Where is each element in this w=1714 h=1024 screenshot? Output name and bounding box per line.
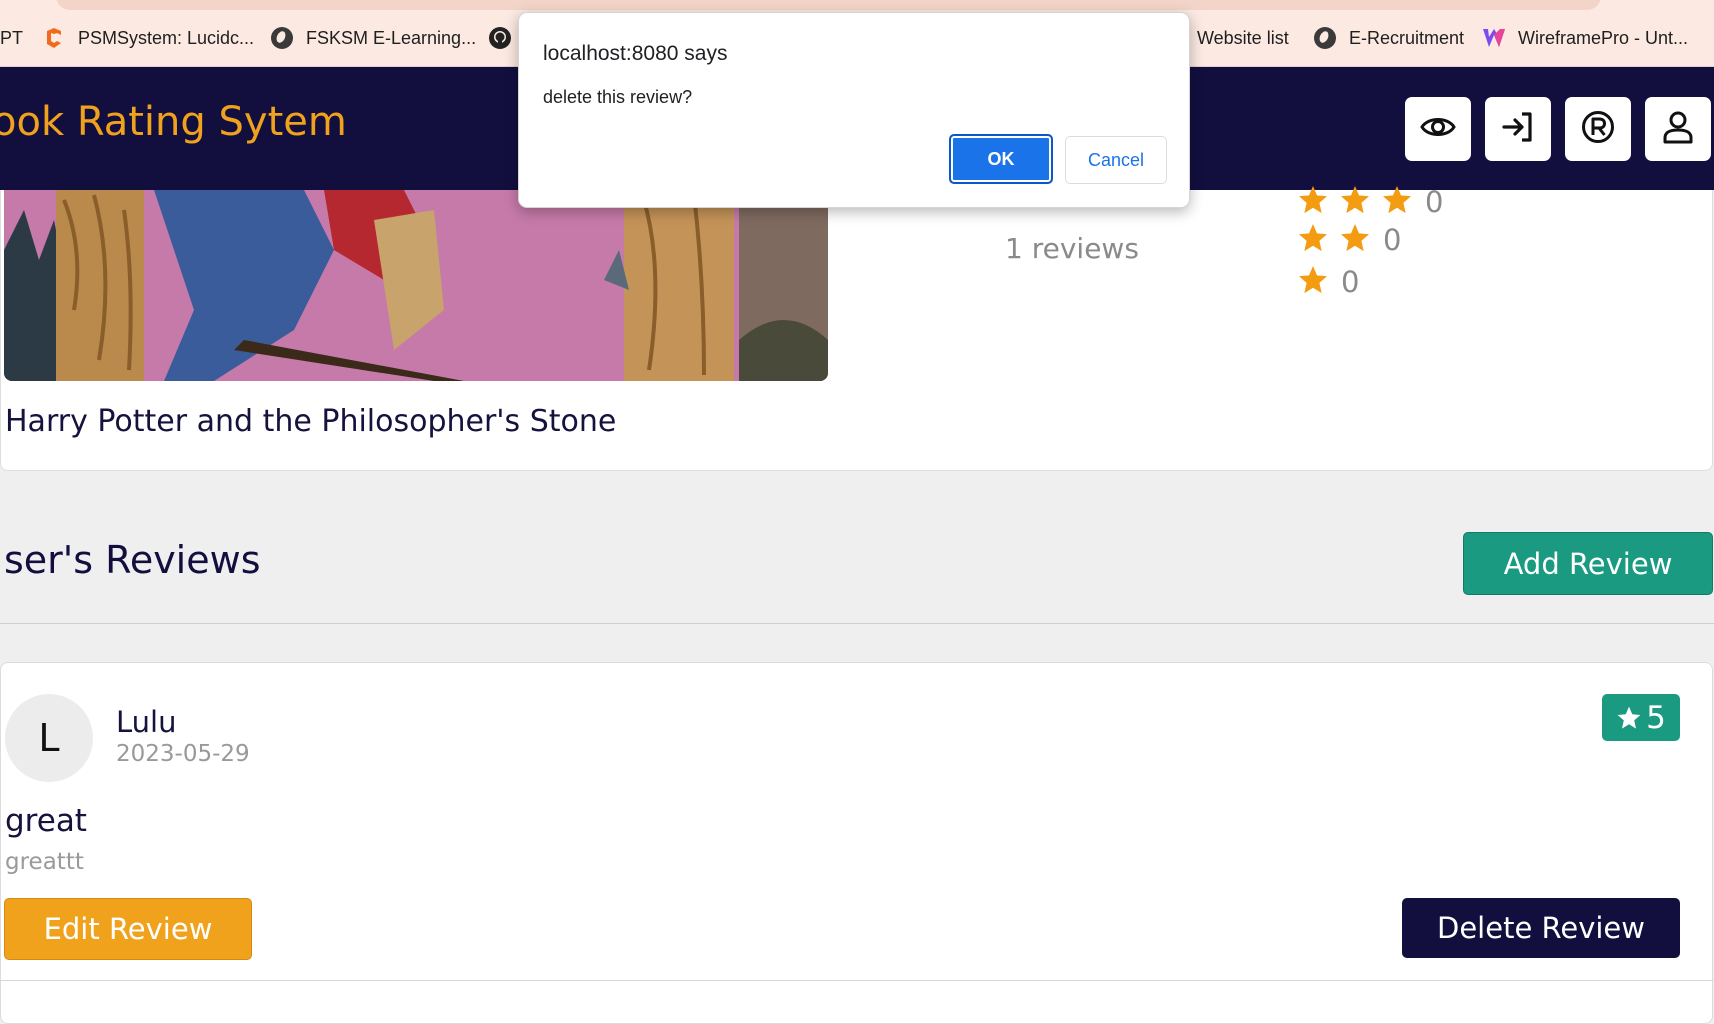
section-divider	[0, 623, 1714, 624]
register-button[interactable]	[1565, 97, 1631, 161]
book-cover-image	[4, 190, 828, 381]
rating-count: 0	[1383, 223, 1402, 257]
bookmark-label: PT	[0, 27, 24, 48]
star-icon	[1617, 706, 1641, 729]
bookmark-pt[interactable]: PT	[0, 24, 23, 52]
rating-count: 0	[1341, 265, 1360, 299]
lucidchart-icon	[42, 26, 66, 50]
rating-row-3-stars: 0	[1297, 184, 1443, 220]
rating-row-1-star: 0	[1297, 264, 1359, 300]
delete-review-button[interactable]: Delete Review	[1402, 898, 1680, 958]
review-date: 2023-05-29	[116, 741, 250, 767]
rating-badge: 5	[1602, 694, 1680, 741]
profile-button[interactable]	[1645, 97, 1711, 161]
review-body: greattt	[5, 849, 84, 875]
book-title: Harry Potter and the Philosopher's Stone	[5, 404, 617, 439]
rating-value: 5	[1646, 699, 1666, 736]
site-brand[interactable]: ook Rating Sytem	[0, 99, 347, 145]
star-icon	[1381, 184, 1413, 220]
rating-count: 0	[1425, 185, 1444, 219]
reviewer-name: Lulu	[116, 705, 177, 739]
bookmark-label: Website list	[1197, 27, 1289, 48]
reviews-count: 1 reviews	[1005, 232, 1139, 265]
avatar: L	[5, 694, 93, 782]
add-review-button[interactable]: Add Review	[1463, 532, 1713, 595]
bookmark-e-recruitment[interactable]: E-Recruitment	[1313, 24, 1464, 52]
login-button[interactable]	[1485, 97, 1551, 161]
bookmark-label: E-Recruitment	[1349, 27, 1465, 48]
bookmark-label: WireframePro - Unt...	[1518, 27, 1689, 48]
review-card: L Lulu 2023-05-29 5 great greattt Edit R…	[0, 662, 1713, 1024]
view-button[interactable]	[1405, 97, 1471, 161]
edit-review-button[interactable]: Edit Review	[4, 898, 252, 960]
bookmark-website-list[interactable]: Website list	[1197, 24, 1289, 52]
reviews-section-title: ser's Reviews	[4, 538, 261, 582]
github-icon	[488, 26, 512, 50]
bookmark-fsksm[interactable]: FSKSM E-Learning...	[270, 24, 476, 52]
star-icon	[1339, 184, 1371, 220]
review-title: great	[5, 803, 87, 839]
wireframepro-icon	[1482, 26, 1506, 50]
confirm-dialog: localhost:8080 says delete this review? …	[518, 12, 1190, 208]
star-icon	[1297, 264, 1329, 300]
user-icon	[1660, 109, 1696, 149]
card-divider	[0, 980, 1714, 981]
bookmark-psmsystem[interactable]: PSMSystem: Lucidc...	[42, 24, 254, 52]
star-icon	[1297, 184, 1329, 220]
book-card: Harry Potter and the Philosopher's Stone…	[0, 185, 1713, 471]
cancel-button[interactable]: Cancel	[1065, 136, 1167, 184]
globe-icon	[1313, 26, 1337, 50]
star-icon	[1297, 222, 1329, 258]
registered-icon	[1580, 109, 1616, 149]
address-bar-edge	[56, 0, 1601, 10]
bookmark-wireframepro[interactable]: WireframePro - Unt...	[1482, 24, 1688, 52]
eye-icon	[1420, 109, 1456, 149]
rating-row-2-stars: 0	[1297, 222, 1401, 258]
login-icon	[1500, 109, 1536, 149]
star-icon	[1339, 222, 1371, 258]
dialog-title: localhost:8080 says	[543, 42, 728, 65]
ok-button[interactable]: OK	[949, 134, 1053, 184]
bookmark-label: PSMSystem: Lucidc...	[78, 27, 255, 48]
bookmark-label: FSKSM E-Learning...	[306, 27, 477, 48]
dialog-message: delete this review?	[543, 87, 693, 107]
globe-icon	[270, 26, 294, 50]
